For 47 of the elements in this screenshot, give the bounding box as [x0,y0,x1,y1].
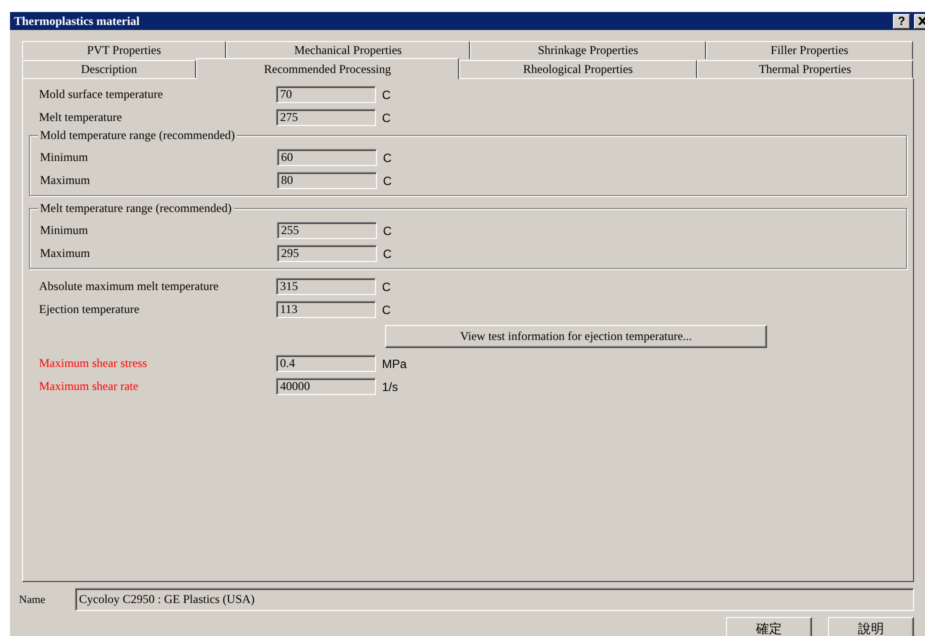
help-button[interactable]: ? [893,14,910,28]
field-label: Maximum shear stress [39,356,148,371]
input-field[interactable]: 295 [277,245,377,262]
window-title: Thermoplastics material [14,14,141,28]
input-field[interactable]: 40000 [276,378,376,395]
unit-label: 1/s [382,380,398,394]
field-label: Maximum shear rate [39,379,140,394]
field-label: Mold surface temperature [39,87,164,102]
input-field[interactable]: 255 [277,222,377,239]
input-field[interactable]: 80 [277,172,377,189]
unit-label: C [383,150,392,164]
tab[interactable]: Mechanical Properties [226,41,470,59]
input-field[interactable]: 315 [276,278,376,295]
group-title: Mold temperature range (recommended) [38,128,237,143]
view-test-info-button[interactable]: View test information for ejection temperature... [385,325,767,348]
tab[interactable]: Filler Properties [706,41,913,59]
ok-button[interactable]: 確定 [726,617,812,636]
field-label: Ejection temperature [39,302,140,317]
name-label: Name [19,594,46,606]
field-label: Melt temperature [39,110,123,125]
field-label: Absolute maximum melt temperature [39,279,220,294]
tab[interactable]: Thermal Properties [697,60,913,78]
unit-label: C [383,224,392,238]
unit-label: MPa [382,356,407,370]
field-label: Minimum [40,223,90,238]
tab[interactable]: Shrinkage Properties [470,41,706,59]
unit-label: C [382,302,391,316]
name-field[interactable]: Cycoloy C2950 : GE Plastics (USA) [75,588,914,611]
input-field[interactable]: 113 [276,301,376,318]
help-text-button[interactable]: 說明 [828,617,914,636]
field-label: Maximum [40,246,91,261]
unit-label: C [383,174,392,188]
field-label: Maximum [40,173,91,188]
input-field[interactable]: 60 [277,149,377,166]
unit-label: C [382,110,391,124]
tab[interactable]: Rheological Properties [459,60,697,78]
tab[interactable]: Description [22,60,196,78]
group-title: Melt temperature range (recommended) [38,201,234,216]
unit-label: C [383,246,392,260]
tab[interactable]: PVT Properties [22,41,226,59]
input-field[interactable]: 275 [276,109,376,126]
field-label: Minimum [40,150,90,165]
input-field[interactable]: 70 [276,86,376,103]
unit-label: C [382,280,391,294]
unit-label: C [382,88,391,102]
input-field[interactable]: 0.4 [276,355,376,372]
tab[interactable]: Recommended Processing [196,58,459,79]
